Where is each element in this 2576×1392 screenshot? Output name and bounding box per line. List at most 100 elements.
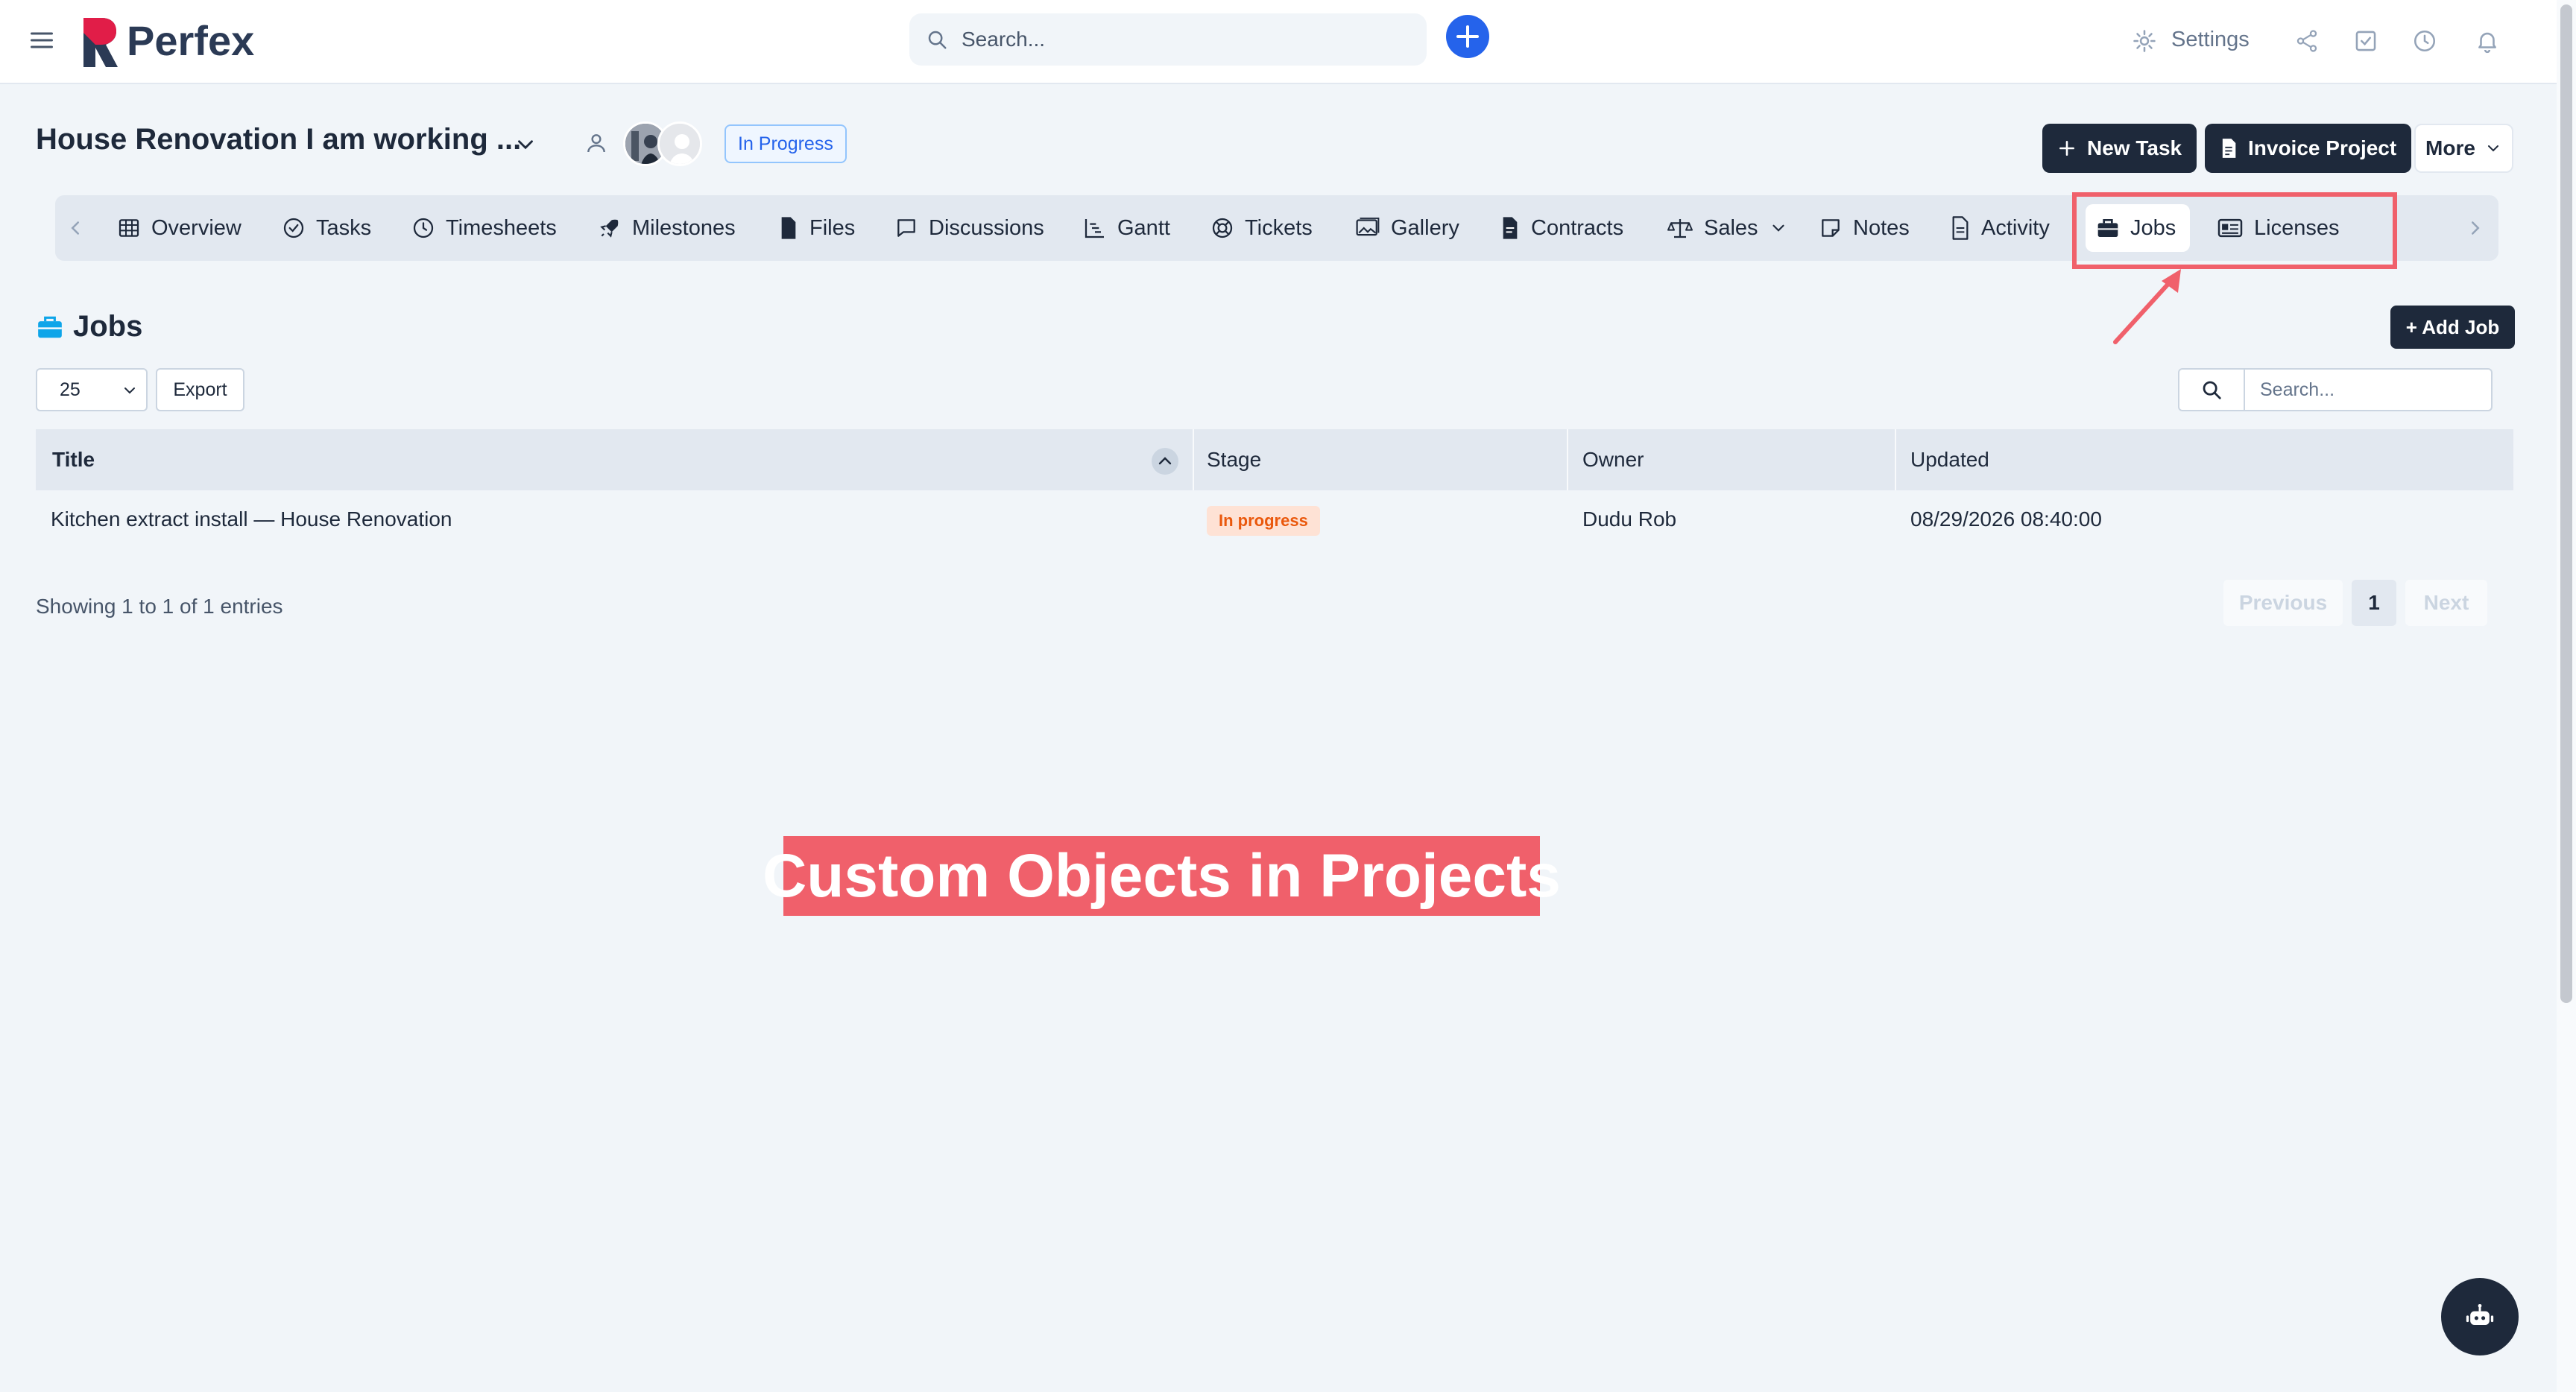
contract-icon <box>1503 217 1518 239</box>
annotation-banner: Custom Objects in Projects <box>763 836 1561 916</box>
tab-timesheets[interactable]: Timesheets <box>411 195 557 261</box>
image-icon <box>1356 217 1380 236</box>
tab-milestones[interactable]: Milestones <box>598 195 736 261</box>
tabs-scroll-right-icon[interactable] <box>2464 215 2487 241</box>
menu-icon[interactable] <box>28 27 55 54</box>
table-search-button[interactable] <box>2178 368 2245 411</box>
job-owner: Dudu Rob <box>1582 507 1677 531</box>
avatar[interactable] <box>657 121 702 166</box>
briefcase-icon <box>2097 219 2118 237</box>
chevron-down-icon[interactable] <box>513 132 538 157</box>
tab-label: Activity <box>1981 215 2050 240</box>
file-icon <box>781 217 796 239</box>
scrollbar-thumb[interactable] <box>2560 4 2572 1003</box>
column-header-title[interactable]: Title <box>52 429 95 490</box>
new-task-button[interactable]: New Task <box>2042 124 2197 173</box>
tab-contracts[interactable]: Contracts <box>1500 195 1623 261</box>
settings-link[interactable]: Settings <box>2171 28 2250 52</box>
tab-label: Contracts <box>1531 215 1624 240</box>
sort-ascending-icon[interactable] <box>1152 448 1178 475</box>
column-header-owner[interactable]: Owner <box>1582 429 1644 490</box>
id-card-icon <box>2217 218 2243 238</box>
search-icon <box>2203 381 2221 399</box>
check-circle-icon <box>283 218 304 238</box>
quick-create-button[interactable] <box>1446 15 1489 58</box>
status-badge: In Progress <box>724 124 847 163</box>
new-task-label: New Task <box>2087 136 2182 159</box>
invoice-icon <box>2222 139 2236 158</box>
global-search-input[interactable]: Search... <box>909 13 1427 66</box>
more-label: More <box>2425 136 2475 159</box>
tab-label: Sales <box>1704 215 1758 240</box>
tab-label: Gantt <box>1117 215 1170 240</box>
table-info: Showing 1 to 1 of 1 entries <box>36 595 283 618</box>
page-length-select[interactable]: 25 <box>36 368 148 411</box>
page-length-value: 25 <box>60 379 80 400</box>
column-divider <box>1895 429 1896 490</box>
jobs-heading-text: Jobs <box>73 310 143 343</box>
gear-icon[interactable] <box>2132 28 2157 54</box>
previous-page-button[interactable]: Previous <box>2223 580 2343 626</box>
perfex-logo-mark[interactable] <box>80 16 119 69</box>
tab-discussions[interactable]: Discussions <box>894 195 1044 261</box>
tab-notes[interactable]: Notes <box>1819 195 1910 261</box>
tab-label: Gallery <box>1391 215 1459 240</box>
column-divider <box>1193 429 1194 490</box>
chevron-down-icon <box>124 387 135 394</box>
gantt-chart-icon <box>1085 219 1104 238</box>
tab-gantt[interactable]: Gantt <box>1083 195 1170 261</box>
checkbox-square-icon[interactable] <box>2353 28 2378 54</box>
column-divider <box>1567 429 1568 490</box>
tab-label: Overview <box>151 215 242 240</box>
export-button[interactable]: Export <box>156 368 244 411</box>
robot-icon <box>2466 1303 2494 1325</box>
tab-overview[interactable]: Overview <box>117 195 242 261</box>
plus-icon <box>2059 141 2074 156</box>
tab-files[interactable]: Files <box>778 195 855 261</box>
tabs-scroll-left-icon[interactable] <box>64 215 86 241</box>
current-page-button[interactable]: 1 <box>2352 580 2396 626</box>
tab-activity[interactable]: Activity <box>1950 195 2050 261</box>
invoice-project-label: Invoice Project <box>2248 136 2397 159</box>
column-header-stage[interactable]: Stage <box>1207 429 1261 490</box>
project-title: House Renovation I am working ... <box>36 123 522 156</box>
chevron-down-icon <box>2487 145 2498 152</box>
table-search-input[interactable]: Search... <box>2245 368 2493 411</box>
tab-label: Licenses <box>2254 215 2340 240</box>
chevron-down-icon <box>1772 224 1784 232</box>
column-header-updated[interactable]: Updated <box>1910 429 1989 490</box>
chat-icon <box>897 219 915 237</box>
brand-name[interactable]: Perfex <box>127 16 254 65</box>
document-icon <box>1952 216 1969 240</box>
search-icon <box>928 31 947 49</box>
tab-tasks[interactable]: Tasks <box>282 195 371 261</box>
global-search-placeholder: Search... <box>962 28 1046 51</box>
tab-label: Discussions <box>929 215 1044 240</box>
table-header <box>36 429 2513 490</box>
bell-icon[interactable] <box>2475 28 2500 54</box>
lifebuoy-icon <box>1212 218 1233 238</box>
tab-tickets[interactable]: Tickets <box>1210 195 1313 261</box>
job-title-link[interactable]: Kitchen extract install — House Renovati… <box>51 501 452 538</box>
tab-label: Tickets <box>1245 215 1313 240</box>
annotation-arrow <box>2109 265 2191 347</box>
tab-gallery[interactable]: Gallery <box>1355 195 1459 261</box>
more-dropdown-button[interactable]: More <box>2414 124 2513 173</box>
tab-label: Timesheets <box>446 215 557 240</box>
tab-label: Notes <box>1853 215 1910 240</box>
job-updated: 08/29/2026 08:40:00 <box>1910 507 2102 531</box>
tab-label: Milestones <box>632 215 736 240</box>
tab-sales[interactable]: Sales <box>1667 195 1788 261</box>
scale-icon <box>1667 219 1693 238</box>
rocket-icon <box>600 219 619 238</box>
user-icon[interactable] <box>584 131 608 155</box>
add-job-button[interactable]: + Add Job <box>2390 306 2515 349</box>
table-icon <box>119 219 139 237</box>
assistant-bot-button[interactable] <box>2441 1278 2519 1355</box>
next-page-button[interactable]: Next <box>2405 580 2487 626</box>
share-icon[interactable] <box>2294 28 2320 54</box>
clock-icon[interactable] <box>2412 28 2437 54</box>
briefcase-icon <box>38 316 62 338</box>
tab-label: Tasks <box>316 215 372 240</box>
invoice-project-button[interactable]: Invoice Project <box>2205 124 2412 173</box>
